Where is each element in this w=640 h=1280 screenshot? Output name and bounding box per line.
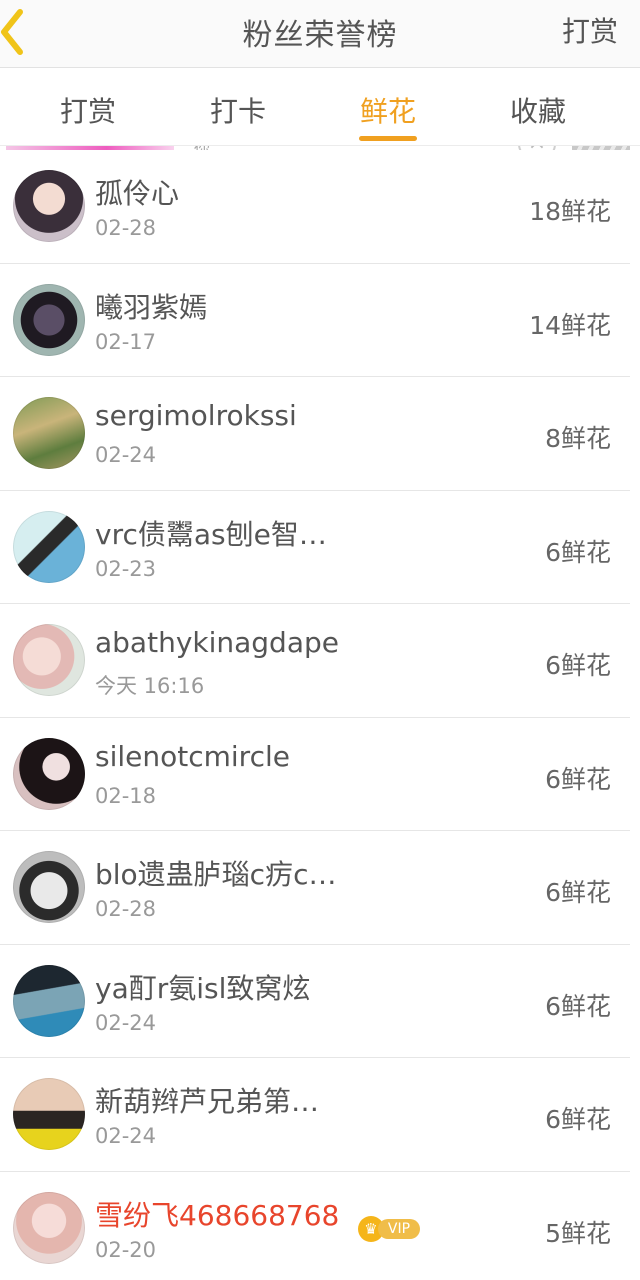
list-item[interactable]: abathykinagdape 今天 16:16 6鲜花 (0, 604, 640, 718)
reward-button[interactable]: 打赏 (562, 10, 618, 50)
fan-name: 孤伶心 (95, 177, 180, 210)
avatar[interactable] (13, 964, 85, 1037)
avatar[interactable] (13, 397, 85, 469)
flower-count: 14鲜花 (529, 310, 611, 340)
flower-count: 18鲜花 (529, 197, 611, 226)
flower-count: 6鲜花 (545, 878, 611, 907)
fan-name: 曦羽紫嫣 (95, 290, 208, 324)
list-item[interactable]: 曦羽紫嫣 02-17 14鲜花 (0, 263, 640, 377)
fan-name: vrc债鬻as刨e智… (95, 517, 327, 551)
fan-date: 02-24 (95, 443, 157, 467)
avatar[interactable] (13, 1191, 85, 1264)
fan-name: silenotcmircle (95, 739, 290, 773)
tab-reward[interactable]: 打赏 (33, 90, 143, 130)
list-item[interactable]: blo遗蛊胪瑙c疠c… 02-28 6鲜花 (0, 831, 640, 945)
fan-date: 02-28 (95, 897, 157, 921)
avatar[interactable] (13, 737, 85, 810)
flower-count: 6鲜花 (545, 537, 611, 567)
scroll-gutter (630, 146, 640, 1280)
fan-name: abathykinagdape (95, 626, 339, 659)
tab-flowers[interactable]: 鲜花 (333, 90, 443, 130)
fan-list: 孤伶心 02-28 18鲜花 曦羽紫嫣 02-17 14鲜花 sergimolr… (0, 150, 640, 1280)
flower-count: 6鲜花 (545, 991, 611, 1021)
vip-badge: ♛ VIP (358, 1215, 420, 1242)
fan-date: 02-23 (95, 556, 157, 581)
list-item[interactable]: ya酊r氨isl致窝炫 02-24 6鲜花 (0, 944, 640, 1058)
avatar[interactable] (13, 510, 85, 583)
flower-count: 6鲜花 (545, 764, 611, 794)
list-item[interactable]: 孤伶心 02-28 18鲜花 (0, 150, 640, 264)
avatar[interactable] (13, 283, 85, 356)
list-item[interactable]: sergimolrokssi 02-24 8鲜花 (0, 377, 640, 491)
fan-name: 雪纷飞468668768 (95, 1198, 340, 1232)
avatar[interactable] (13, 624, 85, 696)
active-tab-indicator (359, 136, 417, 141)
tab-bar: 打赏 打卡 鲜花 收藏 (0, 68, 640, 146)
avatar[interactable] (13, 1078, 85, 1150)
page-title: 粉丝荣誉榜 (242, 18, 398, 53)
top-bar: 粉丝荣誉榜 打赏 (0, 0, 640, 68)
vip-label: VIP (378, 1218, 420, 1239)
fan-date: 02-18 (95, 783, 157, 808)
fan-name: sergimolrokssi (95, 399, 297, 432)
flower-count: 8鲜花 (545, 424, 611, 453)
tab-favorites[interactable]: 收藏 (483, 90, 593, 130)
fan-date: 02-20 (95, 1237, 157, 1262)
flower-count: 6鲜花 (545, 651, 611, 680)
flower-count: 6鲜花 (545, 1105, 611, 1134)
fan-date: 02-17 (95, 329, 157, 354)
chevron-left-icon (1, 9, 23, 55)
fan-name: ya酊r氨isl致窝炫 (95, 971, 311, 1005)
avatar[interactable] (13, 851, 85, 923)
list-item[interactable]: 新葫辫芦兄弟第… 02-24 6鲜花 (0, 1058, 640, 1172)
list-item[interactable]: 雪纷飞468668768 ♛ VIP 02-20 5鲜花 (0, 1171, 640, 1280)
list-item[interactable]: silenotcmircle 02-18 6鲜花 (0, 717, 640, 831)
fan-date: 02-28 (95, 216, 157, 240)
fan-date: 今天 16:16 (95, 674, 205, 698)
fan-name: blo遗蛊胪瑙c疠c… (95, 858, 337, 891)
back-button[interactable] (0, 6, 40, 58)
list-item[interactable]: vrc债鬻as刨e智… 02-23 6鲜花 (0, 490, 640, 604)
fan-date: 02-24 (95, 1124, 157, 1148)
tab-checkin[interactable]: 打卡 (183, 90, 293, 130)
flower-count: 5鲜花 (545, 1218, 611, 1248)
fan-name: 新葫辫芦兄弟第… (95, 1085, 320, 1118)
fan-date: 02-24 (95, 1010, 157, 1035)
avatar[interactable] (13, 170, 85, 242)
